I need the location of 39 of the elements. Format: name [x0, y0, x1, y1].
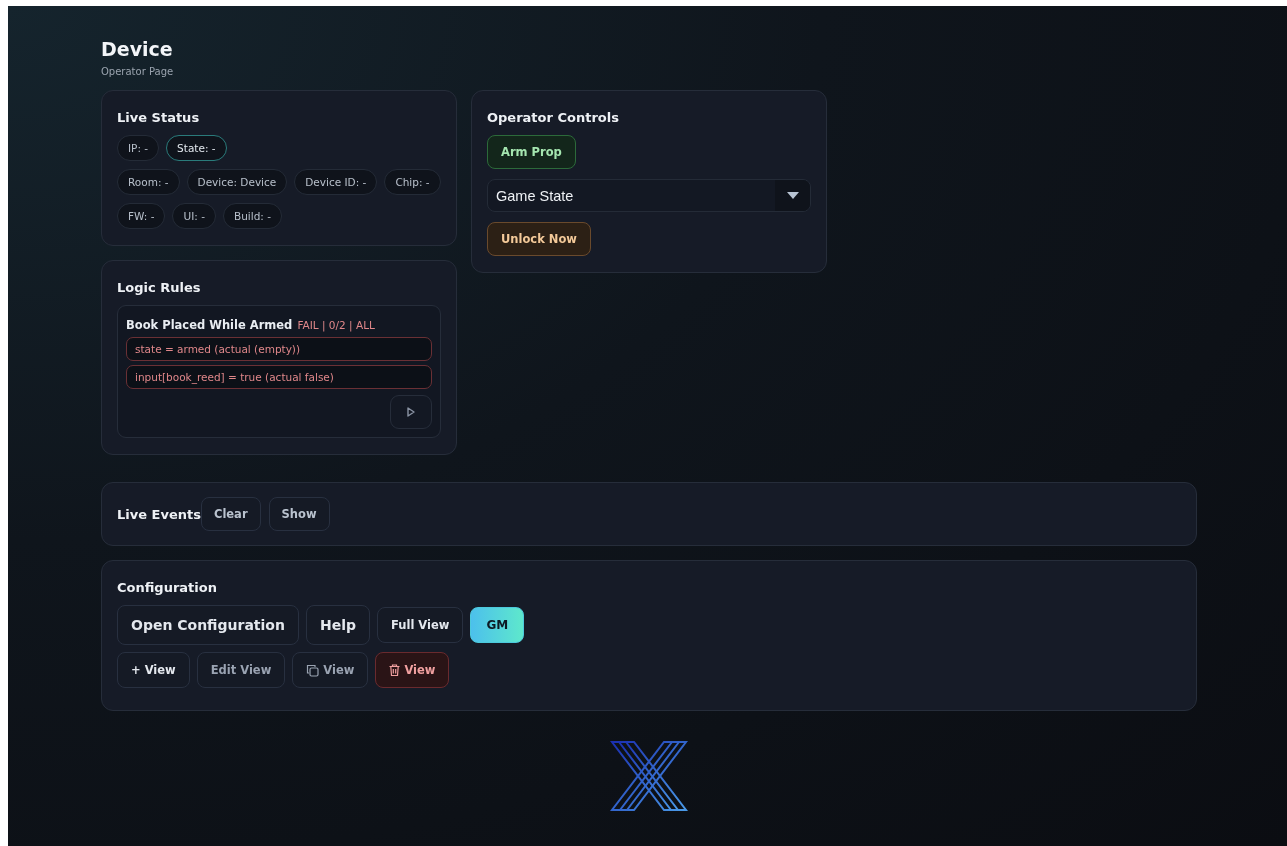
rule-name: Book Placed While Armed	[126, 318, 293, 332]
edit-view-button[interactable]: Edit View	[196, 652, 286, 688]
status-chip: Device: Device	[186, 169, 288, 195]
status-chip: Device ID: -	[294, 169, 378, 195]
event-button[interactable]: Show	[268, 497, 330, 531]
card-title: Configuration	[117, 580, 217, 595]
status-chip: Build: -	[222, 203, 282, 229]
status-chip: IP: -	[117, 135, 160, 161]
card-title: Operator Controls	[487, 110, 619, 125]
caret-icon	[786, 192, 799, 199]
x-logo-icon	[610, 741, 688, 811]
status-chip: FW: -	[117, 203, 166, 229]
event-button[interactable]: Clear	[200, 497, 261, 531]
page-subtitle: Operator Page	[101, 66, 174, 77]
condition-row: state = armed (actual (empty))	[126, 337, 432, 361]
status-chip: UI: -	[172, 203, 216, 229]
config-button[interactable]: Open Configuration	[117, 605, 299, 645]
duplicate-view-button[interactable]: View	[292, 652, 369, 688]
page-title: Device	[101, 38, 173, 60]
view-button[interactable]: + View	[117, 652, 190, 688]
status-chip: Chip: -	[384, 169, 441, 195]
unlock-button[interactable]: Unlock Now	[487, 222, 591, 256]
condition-row: input[book_reed] = true (actual false)	[126, 365, 432, 389]
config-button[interactable]: Help	[305, 605, 370, 645]
status-chip: Room: -	[117, 169, 180, 195]
card-title: Live Status	[117, 110, 200, 125]
card-title: Live Events	[117, 506, 201, 522]
view-button[interactable]: Full View	[376, 607, 464, 643]
run-button[interactable]	[390, 395, 432, 429]
gm-button[interactable]: GM	[470, 607, 525, 643]
arm-button[interactable]: Arm Prop	[487, 135, 576, 169]
card-title: Logic Rules	[117, 280, 201, 295]
state-dropdown[interactable]: Game State	[487, 179, 811, 212]
status-chip: State: -	[166, 135, 227, 161]
rule-status: FAIL | 0/2 | ALL	[297, 319, 375, 331]
play-icon	[407, 407, 415, 417]
delete-view-button[interactable]: View	[375, 652, 450, 688]
trash-icon	[389, 664, 401, 676]
copy-icon	[306, 663, 320, 677]
